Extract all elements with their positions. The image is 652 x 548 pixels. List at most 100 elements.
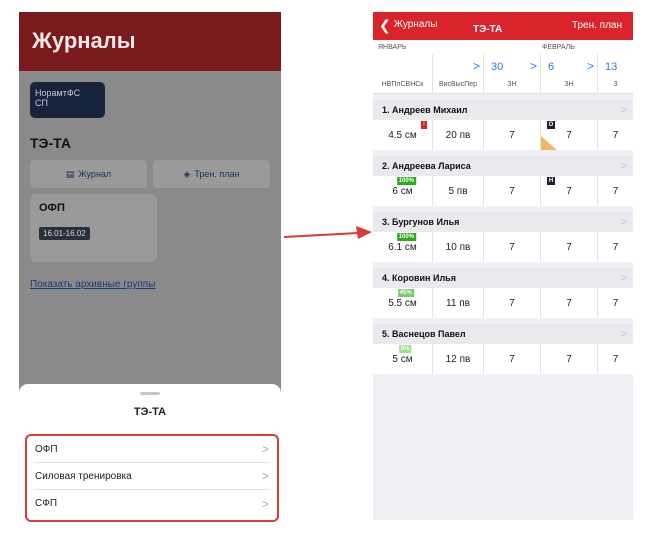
result-cell[interactable]: 5.5 см 45% [373,288,432,318]
completion-badge: 45% [397,289,414,297]
athlete-results-row: 6.1 см 100% 10 пв 7 7 7 [373,232,633,262]
athlete-header[interactable]: 5. Васнецов Павел > [373,324,633,344]
result-cell[interactable]: 7 [483,344,540,374]
result-value: 20 пв [445,129,471,141]
sheet-title: ТЭ-ТА [133,406,167,418]
column-header: ВисВысПер [432,76,483,93]
result-cell[interactable]: 20 пв [432,120,483,150]
right-screen: ❮ Журналы ТЭ-ТА Трен. план ЯНВАРЬ ФЕВРАЛ… [373,12,633,520]
date-cell[interactable]: > [432,54,483,76]
result-cell[interactable]: 7 [540,232,597,262]
sheet-item-sfp[interactable]: СФП > [35,490,269,517]
date-number: 13 [605,61,618,73]
left-screen: Журналы НорамтФС СП ТЭ-ТА ▤ Журнал ◈ Тре… [19,12,281,527]
result-cell[interactable]: 5 пв [432,176,483,206]
athlete-results-row: 5 см 0% 12 пв 7 7 7 [373,344,633,374]
column-header: З [597,76,633,93]
result-cell[interactable]: 6.1 см 100% [373,232,432,262]
result-cell[interactable]: 12 пв [432,344,483,374]
athlete-header[interactable]: 2. Андреева Лариса > [373,156,633,176]
athlete-name: 3. Бургунов Илья [382,217,460,227]
column-headers: НВПлСВНСк ВисВысПер ЗН ЗН З [373,76,633,94]
subgroup-card-title: ОФП [39,202,65,214]
result-cell[interactable]: 7 [597,232,633,262]
result-value: 7 [612,241,619,253]
transition-arrow-icon [284,226,372,239]
athlete-name: 4. Коровин Илья [382,273,456,283]
result-cell[interactable]: 5 см 0% [373,344,432,374]
result-value: 7 [566,129,572,141]
result-value: 5.5 см [388,297,417,309]
plan-icon: ◈ [183,168,191,179]
result-cell[interactable]: 11 пв [432,288,483,318]
sheet-item-strength[interactable]: Силовая тренировка > [35,463,269,490]
result-cell[interactable]: 7 [540,344,597,374]
athlete-results-row: 5.5 см 45% 11 пв 7 7 7 [373,288,633,318]
training-plan-button[interactable]: Трен. план [572,20,622,31]
date-cell[interactable]: 6 > [540,54,597,76]
result-cell[interactable]: 7 [540,288,597,318]
result-value: 7 [612,353,619,365]
journals-header: Журналы [19,12,281,71]
result-cell[interactable]: 7 [483,232,540,262]
chevron-right-icon: > [261,442,269,456]
result-cell[interactable]: 7 [483,176,540,206]
result-cell[interactable]: 10 пв [432,232,483,262]
tab-journal-label: Журнал [78,169,112,179]
column-header: ЗН [483,76,540,93]
athlete-header[interactable]: 3. Бургунов Илья > [373,212,633,232]
journal-icon: ▤ [65,168,75,179]
result-cell[interactable]: 7 [483,120,540,150]
result-cell[interactable]: 6 см 100% [373,176,432,206]
sheet-item-label: ОФП [35,443,58,455]
date-cell[interactable]: 13 [597,54,633,76]
result-value: 7 [612,129,619,141]
result-cell[interactable]: 7Н [540,176,597,206]
result-cell[interactable]: 7 [597,120,633,150]
athlete-results-row: 4.5 см! 20 пв 7 7 О 7 [373,120,633,150]
sheet-grabber[interactable] [140,392,160,395]
result-value: 11 пв [446,297,470,309]
chevron-right-icon: > [529,59,537,73]
journals-content: НорамтФС СП ТЭ-ТА ▤ Журнал ◈ Трен. план … [19,71,281,300]
result-cell[interactable]: 7 [597,344,633,374]
athlete-header[interactable]: 1. Андреев Михаил > [373,100,633,120]
month-label: ФЕВРАЛЬ [542,44,575,51]
date-cell[interactable]: 30 > [483,54,540,76]
subgroup-card-dates: 16.01-16.02 [39,227,90,240]
nav-bar: ❮ Журналы ТЭ-ТА Трен. план [373,12,633,40]
date-number: 6 [548,61,555,73]
group-chip[interactable]: НорамтФС СП [30,82,105,118]
tab-journal[interactable]: ▤ Журнал [30,160,147,188]
result-value: 7 [509,185,515,197]
nav-title: ТЭ-ТА [473,24,503,35]
sheet-list: ОФП > Силовая тренировка > СФП > [25,434,279,522]
chevron-right-icon: > [621,272,627,284]
month-label: ЯНВАРЬ [378,44,407,51]
result-cell[interactable]: 7О [540,120,597,150]
result-value: 10 пв [445,241,471,253]
completion-badge: 100% [396,177,417,185]
chevron-right-icon: > [621,216,627,228]
group-chip-line-1: НорамтФС [35,88,81,98]
back-button[interactable]: ❮ Журналы [379,18,437,32]
chevron-right-icon: > [472,59,480,73]
result-value: 6.1 см [388,241,417,253]
result-value: 7 [509,129,515,141]
result-cell[interactable]: 4.5 см! [373,120,432,150]
result-value: 7 [566,297,572,309]
result-cell[interactable]: 7 [597,288,633,318]
sheet-item-ofp[interactable]: ОФП > [35,436,269,463]
tab-training-plan-label: Трен. план [194,169,240,179]
tab-training-plan[interactable]: ◈ Трен. план [153,160,270,188]
column-header: НВПлСВНСк [381,81,424,88]
chevron-right-icon: > [586,59,594,73]
column-header: ЗН [540,76,597,93]
athlete-header[interactable]: 4. Коровин Илья > [373,268,633,288]
athlete-name: 5. Васнецов Павел [382,329,466,339]
result-cell[interactable]: 7 [483,288,540,318]
result-cell[interactable]: 7 [597,176,633,206]
subgroup-card[interactable]: ОФП 16.01-16.02 [30,194,157,262]
group-chip-line-2: СП [35,98,48,108]
archive-groups-link[interactable]: Показать архивные группы [30,279,270,290]
